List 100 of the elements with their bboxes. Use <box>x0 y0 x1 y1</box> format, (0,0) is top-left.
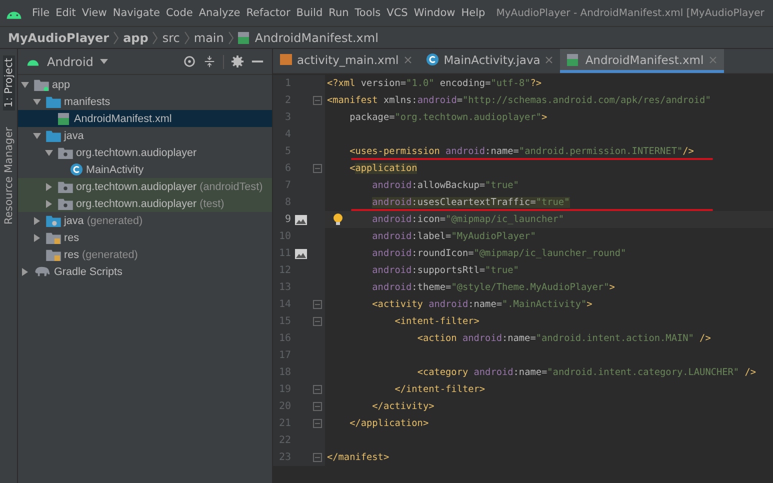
settings-icon[interactable] <box>231 55 244 68</box>
target-icon[interactable] <box>183 55 196 68</box>
manifest-file-icon <box>58 112 69 124</box>
menu-item[interactable]: File <box>29 7 53 19</box>
tool-window-tab[interactable]: Resource Manager <box>2 124 14 228</box>
code-line: android:icon="@mipmap/ic_launcher" <box>372 214 564 225</box>
tree-item-label: java <box>64 214 84 226</box>
fold-marker-icon[interactable] <box>312 164 322 173</box>
tree-item[interactable]: Gradle Scripts <box>18 263 272 280</box>
folder-icon <box>46 96 61 108</box>
menu-item[interactable]: Tools <box>352 7 384 19</box>
menu-item[interactable]: View <box>78 7 110 19</box>
menu-item[interactable]: Navigate <box>110 7 163 19</box>
resource-folder-icon <box>46 232 61 244</box>
tree-item-label: org.techtown.audioplayer <box>76 146 197 158</box>
tree-item[interactable]: java <box>18 127 272 144</box>
tree-item-label: org.techtown.audioplayer <box>76 198 197 210</box>
expand-arrow-icon[interactable] <box>45 148 53 156</box>
code-line: android:allowBackup="true" <box>372 180 519 191</box>
fold-marker-icon[interactable] <box>312 453 322 462</box>
image-icon[interactable] <box>295 214 307 224</box>
tree-item-label: manifests <box>64 96 110 108</box>
tree-item[interactable]: res (generated) <box>18 246 272 263</box>
menu-item[interactable]: VCS <box>384 7 411 19</box>
menu-item[interactable]: Build <box>293 7 326 19</box>
fold-marker-icon[interactable] <box>312 317 322 326</box>
breadcrumb-item[interactable]: main <box>194 30 224 44</box>
manifest-file-icon <box>238 32 249 44</box>
package-folder-icon <box>58 146 73 158</box>
android-logo-icon <box>26 57 40 66</box>
tree-item[interactable]: java (generated) <box>18 212 272 229</box>
fold-marker-icon[interactable] <box>312 300 322 309</box>
tree-item[interactable]: app <box>18 76 272 93</box>
breadcrumb-item[interactable]: AndroidManifest.xml <box>254 30 378 44</box>
code-line: package="org.techtown.audioplayer"> <box>350 112 548 123</box>
code-line: </activity> <box>372 401 434 412</box>
expand-arrow-icon[interactable] <box>33 98 41 106</box>
fold-marker-icon[interactable] <box>312 402 322 411</box>
code-line: </intent-filter> <box>394 384 486 395</box>
menu-item[interactable]: Window <box>410 7 458 19</box>
fold-marker-icon[interactable] <box>312 419 322 428</box>
close-icon[interactable] <box>545 56 554 64</box>
code-line: <manifest xmlns:android="http://schemas.android.com/apk/res/android" <box>327 95 711 106</box>
chevron-icon <box>228 30 234 44</box>
menu-item[interactable]: Run <box>326 7 352 19</box>
tree-item-label: MainActivity <box>86 164 144 176</box>
expand-arrow-icon[interactable] <box>33 234 41 242</box>
tree-item[interactable]: org.techtown.audioplayer (test) <box>18 195 272 212</box>
tree-item-label: Gradle Scripts <box>54 266 122 278</box>
expand-arrow-icon[interactable] <box>45 200 53 208</box>
fold-marker-icon[interactable] <box>312 96 322 105</box>
caret-icon[interactable] <box>100 59 108 64</box>
close-icon[interactable] <box>404 56 412 64</box>
expand-arrow-icon[interactable] <box>21 80 29 88</box>
menu-item[interactable]: Edit <box>52 7 79 19</box>
light-bulb-icon[interactable] <box>333 213 343 226</box>
editor-tab[interactable]: AndroidManifest.xml <box>560 49 724 73</box>
breadcrumb-item[interactable]: src <box>162 30 180 44</box>
class-icon <box>70 163 83 176</box>
chevron-icon <box>152 30 158 44</box>
image-icon[interactable] <box>295 248 307 258</box>
layout-file-icon <box>280 54 292 65</box>
tree-item-label: app <box>52 78 70 90</box>
menu-item[interactable]: Analyze <box>196 7 244 19</box>
tree-item[interactable]: org.techtown.audioplayer <box>18 144 272 161</box>
generated-folder-icon <box>46 214 61 226</box>
resource-folder-icon <box>46 248 61 260</box>
menu-item[interactable]: Help <box>458 7 488 19</box>
editor-tab[interactable]: MainActivity.java <box>418 49 560 73</box>
tree-item[interactable]: res <box>18 229 272 246</box>
code-line: </application> <box>350 418 429 429</box>
collapse-icon[interactable] <box>203 55 216 68</box>
tree-item[interactable]: org.techtown.audioplayer (androidTest) <box>18 178 272 195</box>
menu-item[interactable]: Code <box>162 7 196 19</box>
expand-arrow-icon[interactable] <box>33 132 41 140</box>
tree-item-label: AndroidManifest.xml <box>74 112 172 124</box>
view-selector[interactable]: Android <box>47 54 94 68</box>
code-line: <application <box>350 163 418 174</box>
tool-window-tab[interactable]: 1: Project <box>2 55 14 110</box>
expand-arrow-icon[interactable] <box>21 268 29 276</box>
fold-marker-icon[interactable] <box>312 385 322 394</box>
code-line: </manifest> <box>327 452 390 463</box>
chevron-icon <box>184 30 190 44</box>
tree-item-note: (generated) <box>86 214 143 226</box>
tree-item[interactable]: MainActivity <box>18 161 272 178</box>
module-folder-icon <box>34 78 49 90</box>
chevron-icon <box>113 30 120 44</box>
folder-icon <box>46 130 61 142</box>
expand-arrow-icon[interactable] <box>33 216 41 224</box>
expand-arrow-icon[interactable] <box>45 182 53 190</box>
breadcrumb-item[interactable]: app <box>123 30 148 44</box>
breadcrumb-item[interactable]: MyAudioPlayer <box>8 30 110 44</box>
tree-item[interactable]: manifests <box>18 93 272 110</box>
tree-item-note: (test) <box>200 198 224 210</box>
code-line: <?xml version="1.0" encoding="utf-8"?> <box>327 78 542 89</box>
editor-tab[interactable]: activity_main.xml <box>273 49 419 73</box>
code-line: <intent-filter> <box>394 316 480 327</box>
menu-item[interactable]: Refactor <box>243 7 294 19</box>
code-line: android:roundIcon="@mipmap/ic_launcher_round" <box>372 248 626 259</box>
tree-item[interactable]: AndroidManifest.xml <box>18 110 272 127</box>
